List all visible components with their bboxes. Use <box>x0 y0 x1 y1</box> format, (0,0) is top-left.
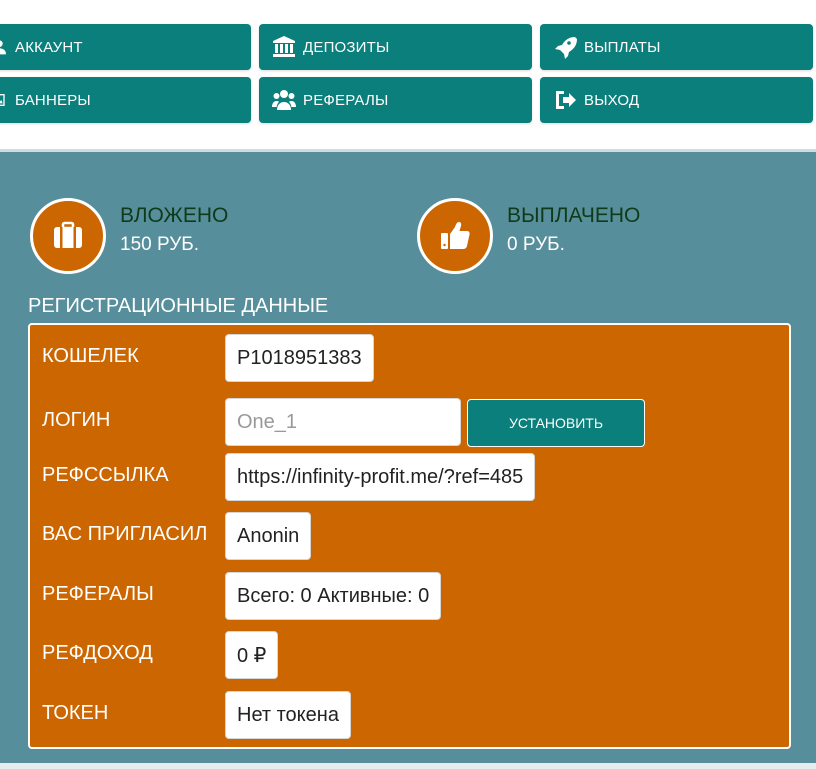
nav-deposits-label: ДЕПОЗИТЫ <box>303 38 390 56</box>
wallet-value: P1018951383 <box>225 334 374 382</box>
registration-title: РЕГИСТРАЦИОННЫЕ ДАННЫЕ <box>28 295 329 317</box>
users-icon <box>271 87 297 113</box>
login-input[interactable] <box>225 398 461 446</box>
paid-title: ВЫПЛАЧЕНО <box>507 204 641 227</box>
set-login-button[interactable]: УСТАНОВИТЬ <box>467 399 645 447</box>
rocket-icon <box>552 34 578 60</box>
reflink-value[interactable]: https://infinity-profit.me/?ref=485 <box>225 453 536 501</box>
invested-title: ВЛОЖЕНО <box>120 204 229 227</box>
nav-referrals-button[interactable]: РЕФЕРАЛЫ <box>259 77 532 123</box>
top-navigation: АККАУНТ ДЕПОЗИТЫ ВЫПЛАТЫ БАННЕРЫ РЕФЕРАЛ <box>0 0 816 143</box>
ref-income-label: РЕФДОХОД <box>42 642 153 664</box>
image-icon <box>0 87 10 113</box>
account-panel: ВЛОЖЕНО 150 РУБ. ВЫПЛАЧЕНО 0 РУБ. РЕГИСТ… <box>0 149 816 769</box>
briefcase-icon <box>30 198 106 274</box>
nav-banners-label: БАННЕРЫ <box>15 91 91 109</box>
bank-icon <box>271 34 297 60</box>
nav-account-button[interactable]: АККАУНТ <box>0 24 251 70</box>
ref-income-value: 0 ₽ <box>225 631 279 679</box>
thumbs-up-icon <box>417 198 493 274</box>
nav-referrals-label: РЕФЕРАЛЫ <box>303 91 389 109</box>
login-label: ЛОГИН <box>42 409 111 431</box>
page: АККАУНТ ДЕПОЗИТЫ ВЫПЛАТЫ БАННЕРЫ РЕФЕРАЛ <box>0 0 816 769</box>
nav-logout-button[interactable]: ВЫХОД <box>540 77 813 123</box>
nav-payouts-button[interactable]: ВЫПЛАТЫ <box>540 24 813 70</box>
invited-by-value: Anonin <box>225 512 312 560</box>
wallet-label: КОШЕЛЕК <box>42 345 139 367</box>
user-icon <box>0 34 10 60</box>
referrals-label: РЕФЕРАЛЫ <box>42 583 154 605</box>
reflink-label: РЕФССЫЛКА <box>42 464 169 486</box>
referrals-value: Всего: 0 Активные: 0 <box>225 572 442 620</box>
token-label: ТОКЕН <box>42 702 109 724</box>
token-value: Нет токена <box>225 691 351 739</box>
nav-banners-button[interactable]: БАННЕРЫ <box>0 77 251 123</box>
invited-by-label: ВАС ПРИГЛАСИЛ <box>42 523 208 545</box>
nav-account-label: АККАУНТ <box>15 38 83 56</box>
sign-out-icon <box>552 87 578 113</box>
invested-value: 150 РУБ. <box>120 234 200 255</box>
bottom-divider <box>0 763 816 769</box>
paid-value: 0 РУБ. <box>507 234 565 255</box>
nav-deposits-button[interactable]: ДЕПОЗИТЫ <box>259 24 532 70</box>
registration-box: КОШЕЛЕК P1018951383 ЛОГИН УСТАНОВИТЬ РЕФ… <box>28 323 791 749</box>
nav-payouts-label: ВЫПЛАТЫ <box>584 38 661 56</box>
nav-logout-label: ВЫХОД <box>584 91 640 109</box>
